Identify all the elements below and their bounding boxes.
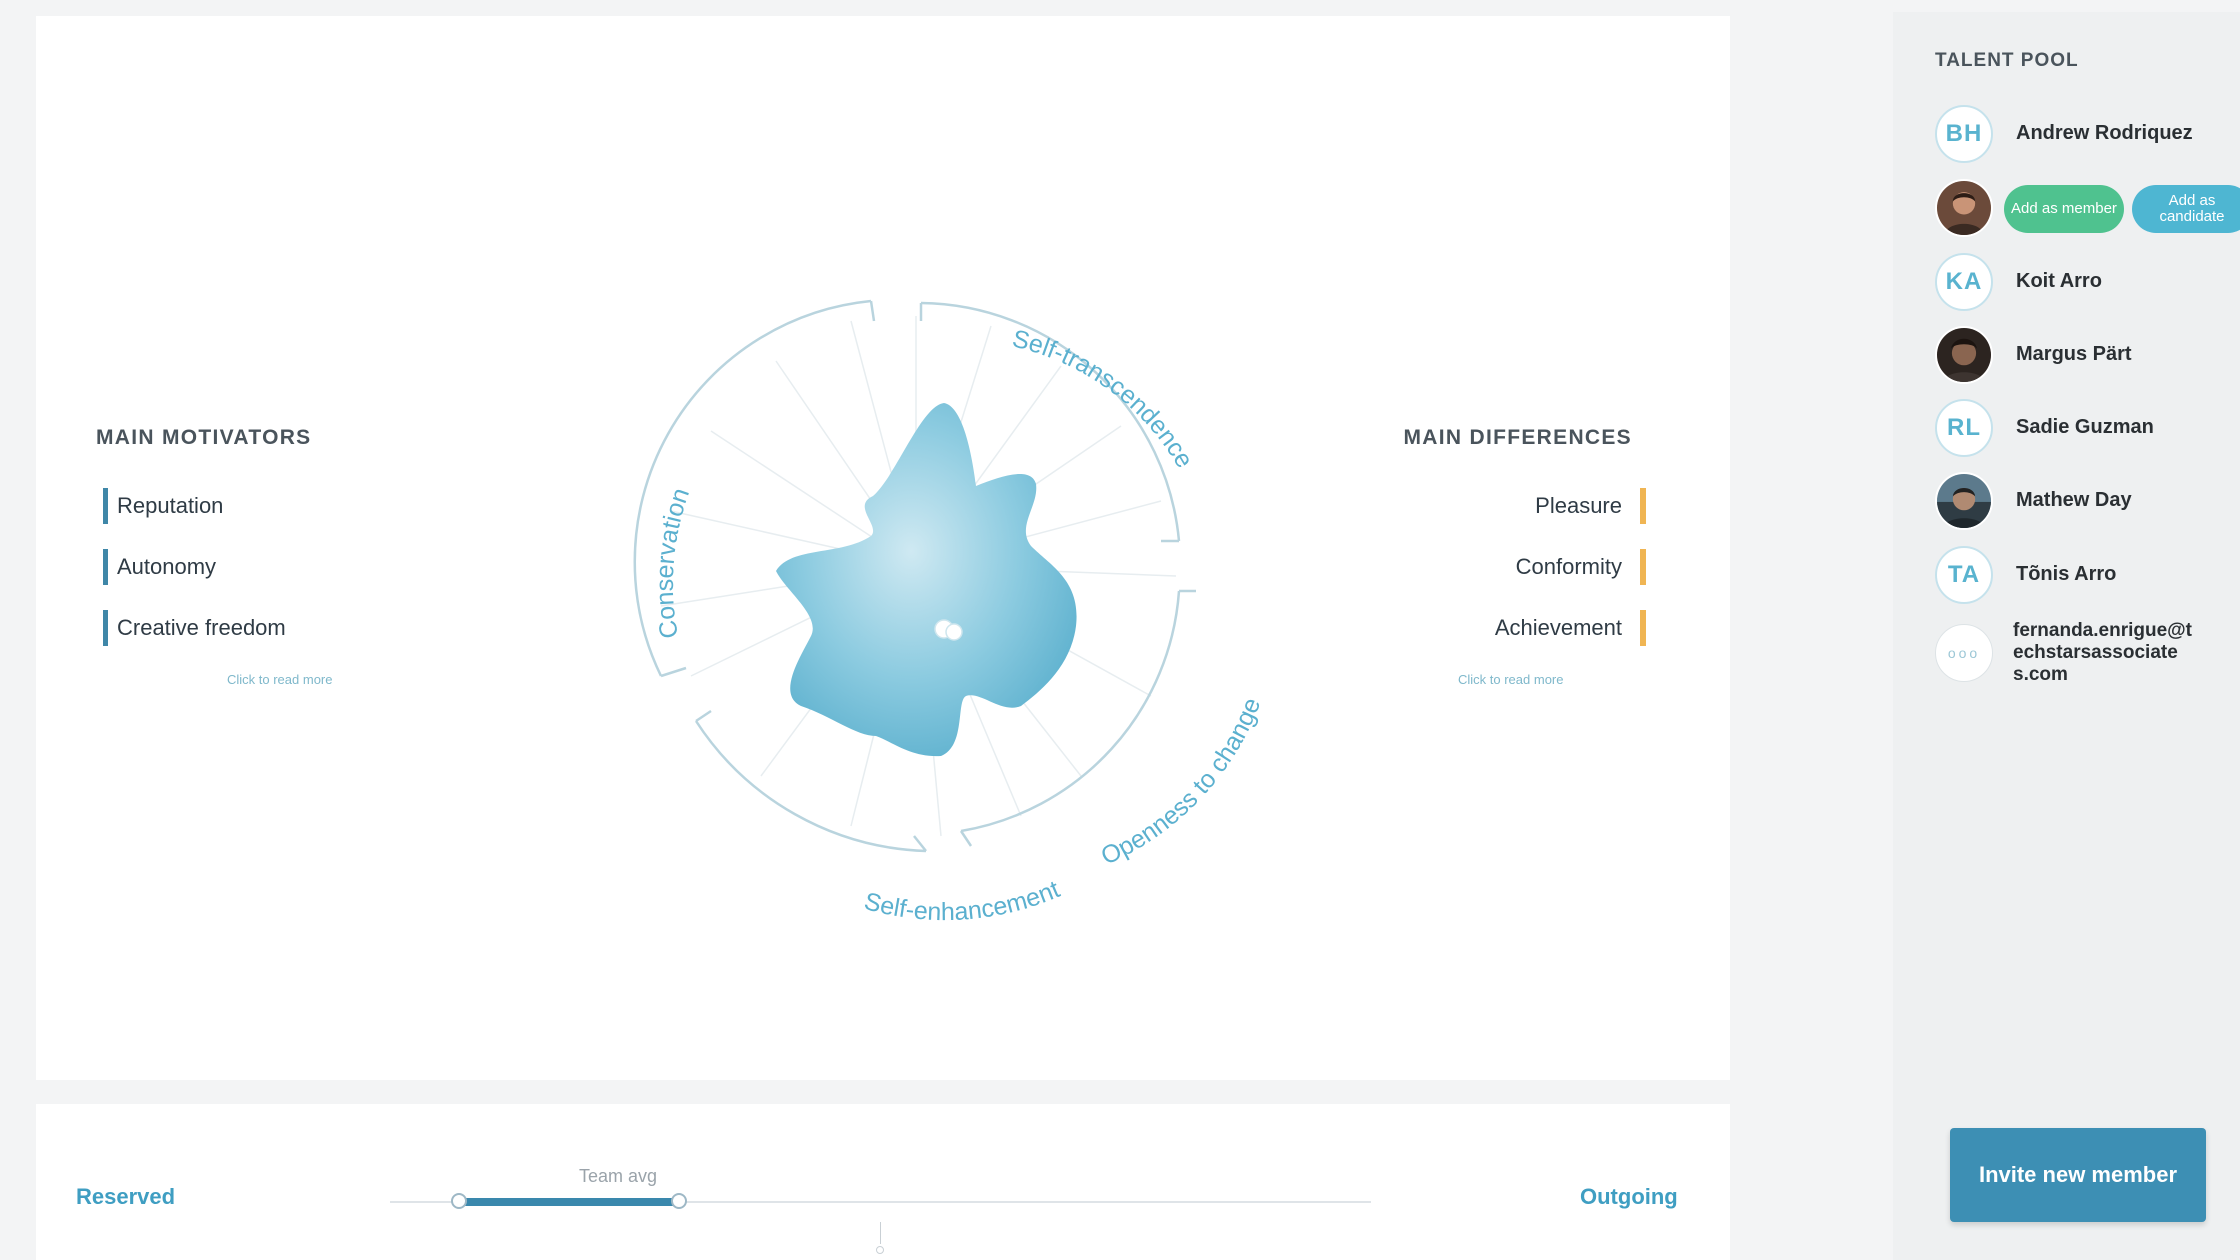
differences-list: Pleasure Conformity Achievement <box>1336 488 1646 646</box>
motivators-list: Reputation Autonomy Creative freedom <box>96 488 496 646</box>
person-photo-icon <box>1937 181 1991 235</box>
main-differences-panel: MAIN DIFFERENCES Pleasure Conformity Ach… <box>1336 426 1646 689</box>
team-avg-marker <box>880 1222 881 1244</box>
member-name: Mathew Day <box>2016 489 2132 511</box>
add-as-member-button[interactable]: Add as member <box>2004 185 2124 233</box>
motivator-item: Reputation <box>96 488 496 524</box>
talent-row[interactable]: Add as member Add as candidate <box>1935 179 2240 239</box>
person-photo-icon <box>1937 474 1991 528</box>
radar-score-shape <box>776 403 1077 757</box>
member-name: Koit Arro <box>2016 270 2102 292</box>
avatar: BH <box>1935 105 1993 163</box>
talent-pool-heading: TALENT POOL <box>1935 50 2079 71</box>
avatar: KA <box>1935 253 1993 311</box>
talent-row[interactable]: Mathew Day <box>1935 472 2240 532</box>
motivators-read-more-link[interactable]: Click to read more <box>227 672 332 687</box>
values-radar-chart[interactable]: Self-transcendence Openness to change Se… <box>561 236 1281 956</box>
talent-row[interactable]: ooo fernanda.enrigue@techstarsassociates… <box>1935 620 2240 685</box>
main-differences-heading: MAIN DIFFERENCES <box>1403 426 1632 449</box>
talent-row[interactable]: Margus Pärt <box>1935 326 2240 386</box>
main-motivators-heading: MAIN MOTIVATORS <box>96 426 312 449</box>
slider-start-handle[interactable] <box>450 1193 467 1209</box>
slider-end-handle[interactable] <box>671 1193 688 1209</box>
motivator-item: Autonomy <box>96 549 496 585</box>
segment-label-self-enhancement: Self-enhancement <box>861 875 1064 926</box>
team-avg-label: Team avg <box>579 1166 658 1186</box>
member-name: Andrew Rodriquez <box>2016 122 2193 144</box>
avatar <box>1935 472 1993 530</box>
motivator-item: Creative freedom <box>96 610 496 646</box>
main-motivators-panel: MAIN MOTIVATORS Reputation Autonomy Crea… <box>96 426 496 689</box>
talent-row[interactable]: RL Sadie Guzman <box>1935 399 2240 459</box>
segment-label-conservation: Conservation <box>651 485 695 641</box>
avatar: TA <box>1935 546 1993 604</box>
difference-item: Achievement <box>1336 610 1646 646</box>
add-as-candidate-button[interactable]: Add as candidate <box>2132 185 2240 233</box>
team-avg-dot <box>876 1246 884 1254</box>
invite-new-member-button[interactable]: Invite new member <box>1950 1128 2206 1222</box>
slider-left-label: Reserved <box>76 1184 176 1209</box>
talent-pool-sidebar: TALENT POOL BH Andrew Rodriquez Add as m… <box>1893 12 2240 1260</box>
slider-right-label: Outgoing <box>1580 1184 1678 1209</box>
trait-slider-card: Reserved Team avg Outgoing <box>36 1104 1730 1260</box>
talent-row[interactable]: TA Tõnis Arro <box>1935 546 2240 606</box>
member-name: Tõnis Arro <box>2016 563 2117 585</box>
differences-read-more-link[interactable]: Click to read more <box>1458 672 1563 687</box>
personality-profile-card: MAIN MOTIVATORS Reputation Autonomy Crea… <box>36 16 1730 1080</box>
avatar <box>1935 326 1993 384</box>
trait-slider-track[interactable] <box>390 1193 1371 1209</box>
talent-row[interactable]: KA Koit Arro <box>1935 253 2240 313</box>
avatar <box>1935 179 1993 237</box>
talent-row[interactable]: BH Andrew Rodriquez <box>1935 105 2240 165</box>
member-email: fernanda.enrigue@techstarsassociates.com <box>2013 620 2192 685</box>
member-name: Margus Pärt <box>2016 343 2132 365</box>
member-name: Sadie Guzman <box>2016 416 2154 438</box>
trait-slider-range <box>458 1198 680 1206</box>
person-photo-icon <box>1937 328 1991 382</box>
difference-item: Conformity <box>1336 549 1646 585</box>
difference-item: Pleasure <box>1336 488 1646 524</box>
avatar: RL <box>1935 399 1993 457</box>
pending-avatar: ooo <box>1935 624 1993 682</box>
segment-label-openness: Openness to change <box>1097 694 1267 871</box>
